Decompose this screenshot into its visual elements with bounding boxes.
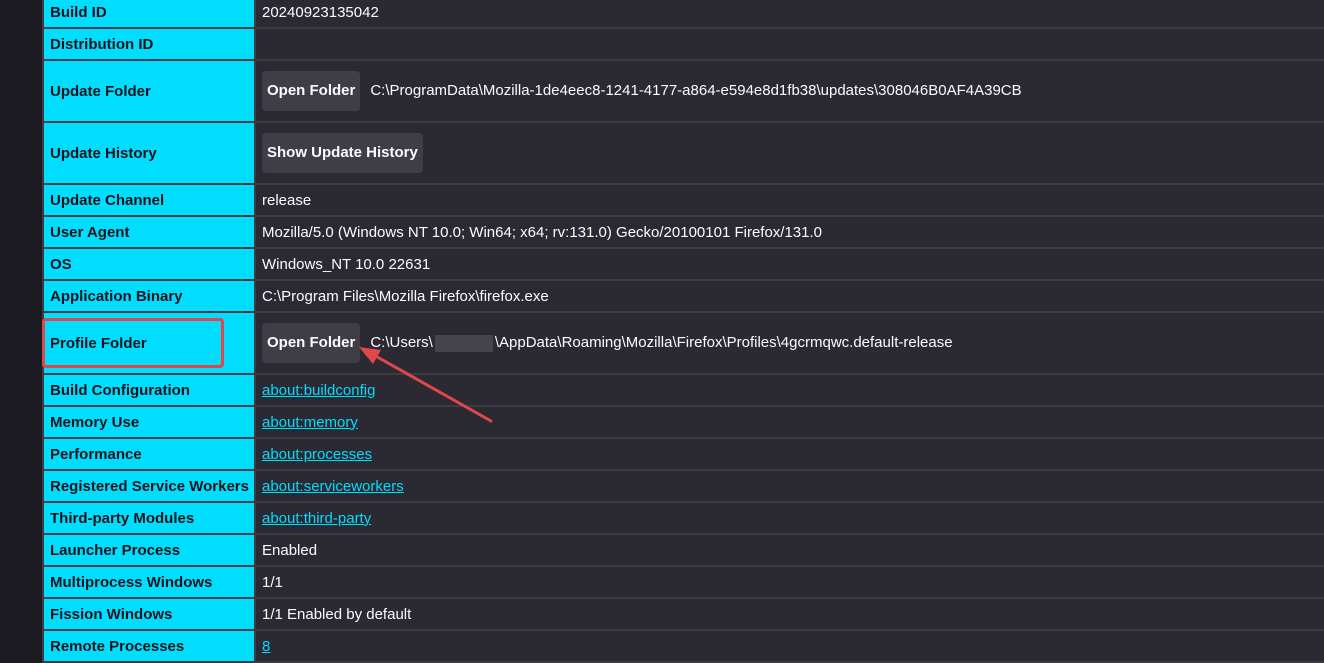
row-label: Profile Folder (42, 311, 256, 375)
row-label: Performance (42, 437, 256, 471)
row-label: Update History (42, 121, 256, 185)
table-row: OS Windows_NT 10.0 22631 (42, 247, 1324, 281)
table-row: User Agent Mozilla/5.0 (Windows NT 10.0;… (42, 215, 1324, 249)
serviceworkers-link[interactable]: about:serviceworkers (262, 478, 404, 495)
row-label: Application Binary (42, 279, 256, 313)
table-row: Profile Folder Open Folder C:\Users\ \AppD… (42, 311, 1324, 375)
profile-folder-cell: Open Folder C:\Users\ \AppData\Roaming\Moz… (254, 311, 1324, 375)
update-history-cell: Show Update History (254, 121, 1324, 185)
table-row: Registered Service Workers about:service… (42, 469, 1324, 503)
profile-path-prefix: C:\Users\ (370, 333, 433, 351)
redacted-username (434, 334, 493, 352)
row-label: Update Channel (42, 183, 256, 217)
row-label: Registered Service Workers (42, 469, 256, 503)
row-label: Multiprocess Windows (42, 565, 256, 599)
build-id-value: 20240923135042 (254, 0, 1324, 29)
table-row: Launcher Process Enabled (42, 533, 1324, 567)
table-row: Build ID 20240923135042 (42, 0, 1324, 29)
launcher-process-value: Enabled (254, 533, 1324, 567)
left-gutter (0, 0, 42, 663)
row-label: Build ID (42, 0, 256, 29)
show-update-history-button[interactable]: Show Update History (262, 133, 423, 173)
table-row: Performance about:processes (42, 437, 1324, 471)
table-row: Distribution ID (42, 27, 1324, 61)
performance-cell: about:processes (254, 437, 1324, 471)
row-label: Update Folder (42, 59, 256, 123)
update-folder-path: C:\ProgramData\Mozilla-1de4eec8-1241-417… (370, 81, 1022, 99)
table-row: Update Channel release (42, 183, 1324, 217)
service-workers-cell: about:serviceworkers (254, 469, 1324, 503)
row-label: Memory Use (42, 405, 256, 439)
user-agent-value: Mozilla/5.0 (Windows NT 10.0; Win64; x64… (254, 215, 1324, 249)
table-row: Update History Show Update History (42, 121, 1324, 185)
row-label: User Agent (42, 215, 256, 249)
update-folder-cell: Open Folder C:\ProgramData\Mozilla-1de4ee… (254, 59, 1324, 123)
row-label: Launcher Process (42, 533, 256, 567)
open-profile-folder-button[interactable]: Open Folder (262, 323, 361, 363)
distribution-id-value (254, 27, 1324, 61)
table-row: Multiprocess Windows 1/1 (42, 565, 1324, 599)
table-row: Memory Use about:memory (42, 405, 1324, 439)
memory-use-cell: about:memory (254, 405, 1324, 439)
build-configuration-cell: about:buildconfig (254, 373, 1324, 407)
row-label: Remote Processes (42, 629, 256, 663)
processes-link[interactable]: about:processes (262, 446, 372, 463)
memory-link[interactable]: about:memory (262, 414, 358, 431)
remote-processes-cell: 8 (254, 629, 1324, 663)
row-label: Distribution ID (42, 27, 256, 61)
row-label: Fission Windows (42, 597, 256, 631)
table-row: Update Folder Open Folder C:\ProgramData\… (42, 59, 1324, 123)
profile-path-suffix: \AppData\Roaming\Mozilla\Firefox\Profile… (494, 333, 953, 351)
third-party-cell: about:third-party (254, 501, 1324, 535)
row-label: Third-party Modules (42, 501, 256, 535)
open-update-folder-button[interactable]: Open Folder (262, 71, 361, 111)
os-value: Windows_NT 10.0 22631 (254, 247, 1324, 281)
multiprocess-windows-value: 1/1 (254, 565, 1324, 599)
update-channel-value: release (254, 183, 1324, 217)
table-row: Remote Processes 8 (42, 629, 1324, 663)
table-row: Third-party Modules about:third-party (42, 501, 1324, 535)
row-label: Build Configuration (42, 373, 256, 407)
application-basics-table: Build ID 20240923135042 Distribution ID … (42, 0, 1324, 663)
row-label: OS (42, 247, 256, 281)
table-row: Build Configuration about:buildconfig (42, 373, 1324, 407)
remote-processes-link[interactable]: 8 (262, 638, 270, 655)
table-row: Application Binary C:\Program Files\Mozi… (42, 279, 1324, 313)
table-row: Fission Windows 1/1 Enabled by default (42, 597, 1324, 631)
third-party-link[interactable]: about:third-party (262, 510, 371, 527)
application-binary-value: C:\Program Files\Mozilla Firefox\firefox… (254, 279, 1324, 313)
build-config-link[interactable]: about:buildconfig (262, 382, 375, 399)
fission-windows-value: 1/1 Enabled by default (254, 597, 1324, 631)
